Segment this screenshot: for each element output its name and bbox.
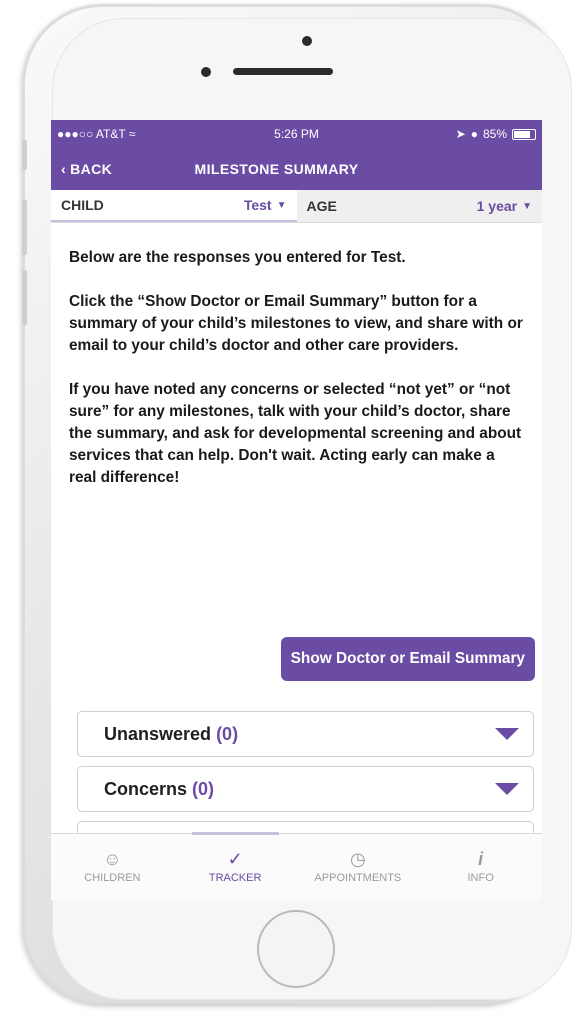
child-name: Test — [243, 197, 272, 213]
age-text: 1 year — [476, 198, 518, 214]
location-arrow-icon: ➤ — [455, 127, 466, 141]
front-camera — [302, 36, 312, 46]
volume-down-button — [22, 270, 27, 325]
unanswered-section[interactable]: Unanswered (0) — [77, 711, 534, 757]
intro-text: Below are the responses you entered for … — [69, 249, 406, 266]
tab-label: TRACKER — [208, 872, 262, 884]
status-bar: ●●●○○ AT&T ≈ 5:26 PM ➤ ● 85% — [51, 120, 542, 148]
mute-switch — [22, 140, 27, 170]
tab-label: INFO — [467, 872, 494, 884]
battery-percent: 85% — [482, 127, 507, 141]
age-value: 1 year ▼ — [477, 198, 532, 214]
summary-instructions: Click the “Show Doctor or Email Summary”… — [69, 293, 523, 354]
child-value: Test ▼ — [244, 197, 287, 213]
expand-triangle-icon — [495, 783, 519, 795]
concerns-advice: If you have noted any concerns or select… — [69, 381, 522, 486]
children-icon: ☺ — [103, 849, 122, 869]
clock-icon: ◷ — [350, 849, 366, 869]
tab-tracker[interactable]: ✓ TRACKER — [174, 832, 297, 900]
proximity-sensor — [201, 67, 211, 77]
tab-info[interactable]: i INFO — [419, 834, 542, 900]
info-icon: i — [478, 849, 484, 869]
section-label: Unanswered — [104, 723, 212, 744]
caret-down-icon: ▼ — [522, 200, 532, 212]
home-button[interactable] — [257, 910, 335, 988]
tab-bar: ☺ CHILDREN ✓ TRACKER ◷ APPOINTMENTS i IN… — [51, 832, 542, 900]
tab-label: CHILDREN — [84, 872, 141, 884]
checkmark-icon: ✓ — [227, 849, 243, 869]
concerns-section[interactable]: Concerns (0) — [77, 766, 534, 812]
age-label: AGE — [306, 198, 337, 214]
section-count: (0) — [192, 778, 215, 799]
nav-bar: ‹ BACK MILESTONE SUMMARY — [51, 148, 542, 190]
child-label: CHILD — [61, 197, 104, 213]
section-title: Unanswered (0) — [104, 724, 238, 745]
app-screen: ●●●○○ AT&T ≈ 5:26 PM ➤ ● 85% ‹ BACK MILE… — [51, 120, 542, 900]
child-selector[interactable]: CHILD Test ▼ — [51, 190, 297, 222]
caret-down-icon: ▼ — [276, 199, 287, 211]
alarm-icon: ● — [470, 127, 478, 141]
expand-triangle-icon — [495, 728, 519, 740]
age-selector[interactable]: AGE 1 year ▼ — [297, 190, 543, 222]
section-count: (0) — [216, 723, 239, 744]
battery-icon — [512, 128, 536, 140]
tab-children[interactable]: ☺ CHILDREN — [51, 834, 174, 900]
volume-up-button — [22, 200, 27, 255]
page-title: MILESTONE SUMMARY — [194, 161, 359, 177]
section-label: Concerns — [104, 778, 188, 799]
earpiece-speaker — [233, 68, 333, 75]
content-body: Below are the responses you entered for … — [51, 223, 542, 489]
section-title: Concerns (0) — [104, 779, 214, 800]
tab-appointments[interactable]: ◷ APPOINTMENTS — [297, 834, 420, 900]
show-summary-button[interactable]: Show Doctor or Email Summary — [280, 637, 535, 681]
status-right: ➤ ● 85% — [456, 127, 536, 141]
tab-label: APPOINTMENTS — [314, 872, 402, 884]
child-age-selector: CHILD Test ▼ AGE 1 year ▼ — [51, 190, 542, 223]
